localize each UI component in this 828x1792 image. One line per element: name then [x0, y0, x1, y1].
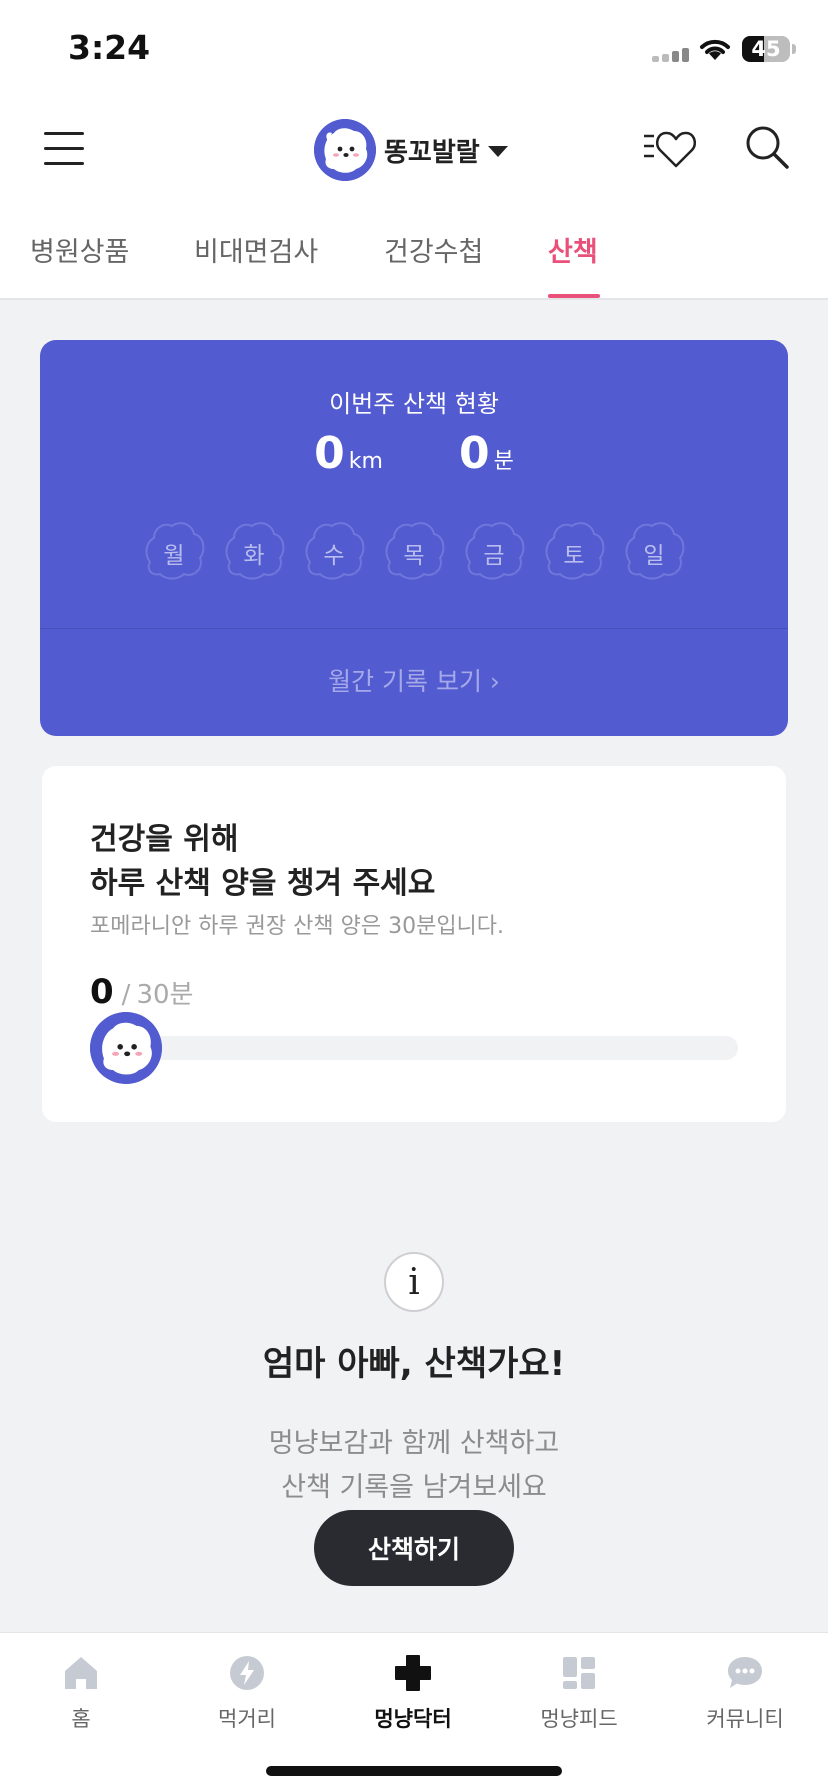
menu-icon — [44, 162, 84, 165]
nav-label: 커뮤니티 — [706, 1707, 784, 1731]
weekday-bubble: 금 — [460, 518, 528, 582]
goal-subtitle: 포메라니안 하루 권장 산책 양은 30분입니다. — [90, 914, 505, 939]
goal-heading-line2: 하루 산책 양을 챙겨 주세요 — [90, 866, 436, 901]
tab-remote-test[interactable]: 비대면검사 — [194, 230, 318, 269]
battery-nub — [792, 44, 796, 54]
feed-icon — [563, 1657, 595, 1689]
nav-label: 멍냥닥터 — [374, 1707, 452, 1731]
battery-level: 45 — [751, 37, 781, 61]
goal-separator: / — [121, 980, 131, 1010]
empty-state-line2: 산책 기록을 남겨보세요 — [281, 1472, 547, 1503]
nav-label: 홈 — [71, 1707, 91, 1731]
nav-label: 멍냥피드 — [540, 1707, 618, 1731]
weekday-label: 토 — [563, 543, 585, 569]
goal-heading-line1: 건강을 위해 — [90, 822, 239, 857]
weekday-label: 수 — [323, 543, 345, 569]
weekly-walk-card: 이번주 산책 현황 0 km 0 분 월 화 수 목 금 토 일 월간 기록 보기 › — [40, 340, 788, 736]
status-bar: 3:24 45 — [0, 0, 828, 100]
time-value: 0 — [458, 428, 490, 479]
weekday-bubble: 월 — [140, 518, 208, 582]
nav-doctor[interactable]: 멍냥닥터 — [348, 1653, 478, 1733]
daily-goal-card: 건강을 위해 하루 산책 양을 챙겨 주세요 포메라니안 하루 권장 산책 양은… — [42, 766, 786, 1122]
nav-food[interactable]: 먹거리 — [182, 1653, 312, 1733]
empty-state-title: 엄마 아빠, 산책가요! — [262, 1344, 566, 1384]
weekday-bubble: 목 — [380, 518, 448, 582]
empty-state-description: 멍냥보감과 함께 산책하고 산책 기록을 남겨보세요 — [0, 1422, 828, 1510]
category-tabs: 병원상품 비대면검사 건강수첩 산책 — [0, 200, 828, 300]
goal-heading: 건강을 위해 하루 산책 양을 챙겨 주세요 — [90, 818, 435, 906]
active-tab-indicator — [548, 294, 600, 298]
heart-list-icon[interactable] — [640, 126, 700, 170]
tab-walk[interactable]: 산책 — [548, 230, 598, 269]
info-icon: i — [384, 1252, 444, 1312]
goal-progress-bar — [90, 1036, 738, 1060]
chat-icon — [728, 1657, 762, 1688]
distance-unit: km — [348, 449, 383, 474]
cellular-signal-icon — [652, 48, 690, 62]
goal-target: 30분 — [136, 980, 194, 1010]
avatar — [314, 119, 376, 181]
distance-value: 0 — [314, 428, 345, 479]
goal-progress-text: 0 / 30분 — [90, 972, 193, 1012]
pet-selector[interactable]: 똥꼬발랄 — [314, 118, 508, 182]
nav-community[interactable]: 커뮤니티 — [680, 1653, 810, 1733]
nav-home[interactable]: 홈 — [16, 1653, 146, 1733]
divider — [40, 628, 788, 629]
empty-state-line1: 멍냥보감과 함께 산책하고 — [268, 1428, 560, 1459]
weekday-bubble: 토 — [540, 518, 608, 582]
weekday-row: 월화수목금토일 — [140, 518, 740, 582]
app-header: 똥꼬발랄 — [0, 100, 828, 200]
wifi-icon — [700, 39, 730, 60]
medical-cross-icon — [395, 1655, 431, 1691]
progress-avatar — [90, 1012, 162, 1084]
status-time: 3:24 — [68, 28, 151, 67]
battery-icon: 45 — [742, 36, 790, 62]
weekday-label: 월 — [163, 543, 185, 569]
time-unit: 분 — [493, 449, 514, 474]
weekday-bubble: 화 — [220, 518, 288, 582]
weekday-bubble: 일 — [620, 518, 688, 582]
caret-down-icon — [487, 145, 508, 157]
weekday-label: 금 — [483, 543, 505, 569]
tab-hospital-products[interactable]: 병원상품 — [30, 230, 129, 269]
weekly-title: 이번주 산책 현황 — [329, 390, 499, 418]
start-walk-button[interactable]: 산책하기 — [314, 1510, 514, 1586]
nav-label: 먹거리 — [218, 1707, 276, 1731]
pet-name: 똥꼬발랄 — [384, 137, 480, 168]
menu-button[interactable] — [44, 130, 84, 166]
weekday-bubble: 수 — [300, 518, 368, 582]
goal-current: 0 — [90, 972, 114, 1012]
weekly-stats: 0 km 0 분 — [40, 428, 788, 479]
bolt-icon — [230, 1656, 264, 1690]
dog-avatar-icon — [90, 1012, 162, 1084]
menu-icon — [44, 132, 84, 135]
menu-icon — [44, 147, 84, 150]
nav-feed[interactable]: 멍냥피드 — [514, 1653, 644, 1733]
weekday-label: 화 — [243, 543, 265, 569]
tab-health-notebook[interactable]: 건강수첩 — [384, 230, 483, 269]
dog-avatar-icon — [314, 119, 376, 181]
home-icon — [65, 1657, 97, 1689]
search-icon[interactable] — [744, 124, 790, 170]
monthly-record-link[interactable]: 월간 기록 보기 › — [40, 662, 788, 698]
weekday-label: 일 — [643, 543, 665, 569]
info-glyph: i — [408, 1262, 420, 1303]
home-indicator — [266, 1766, 562, 1776]
weekday-label: 목 — [403, 543, 425, 569]
